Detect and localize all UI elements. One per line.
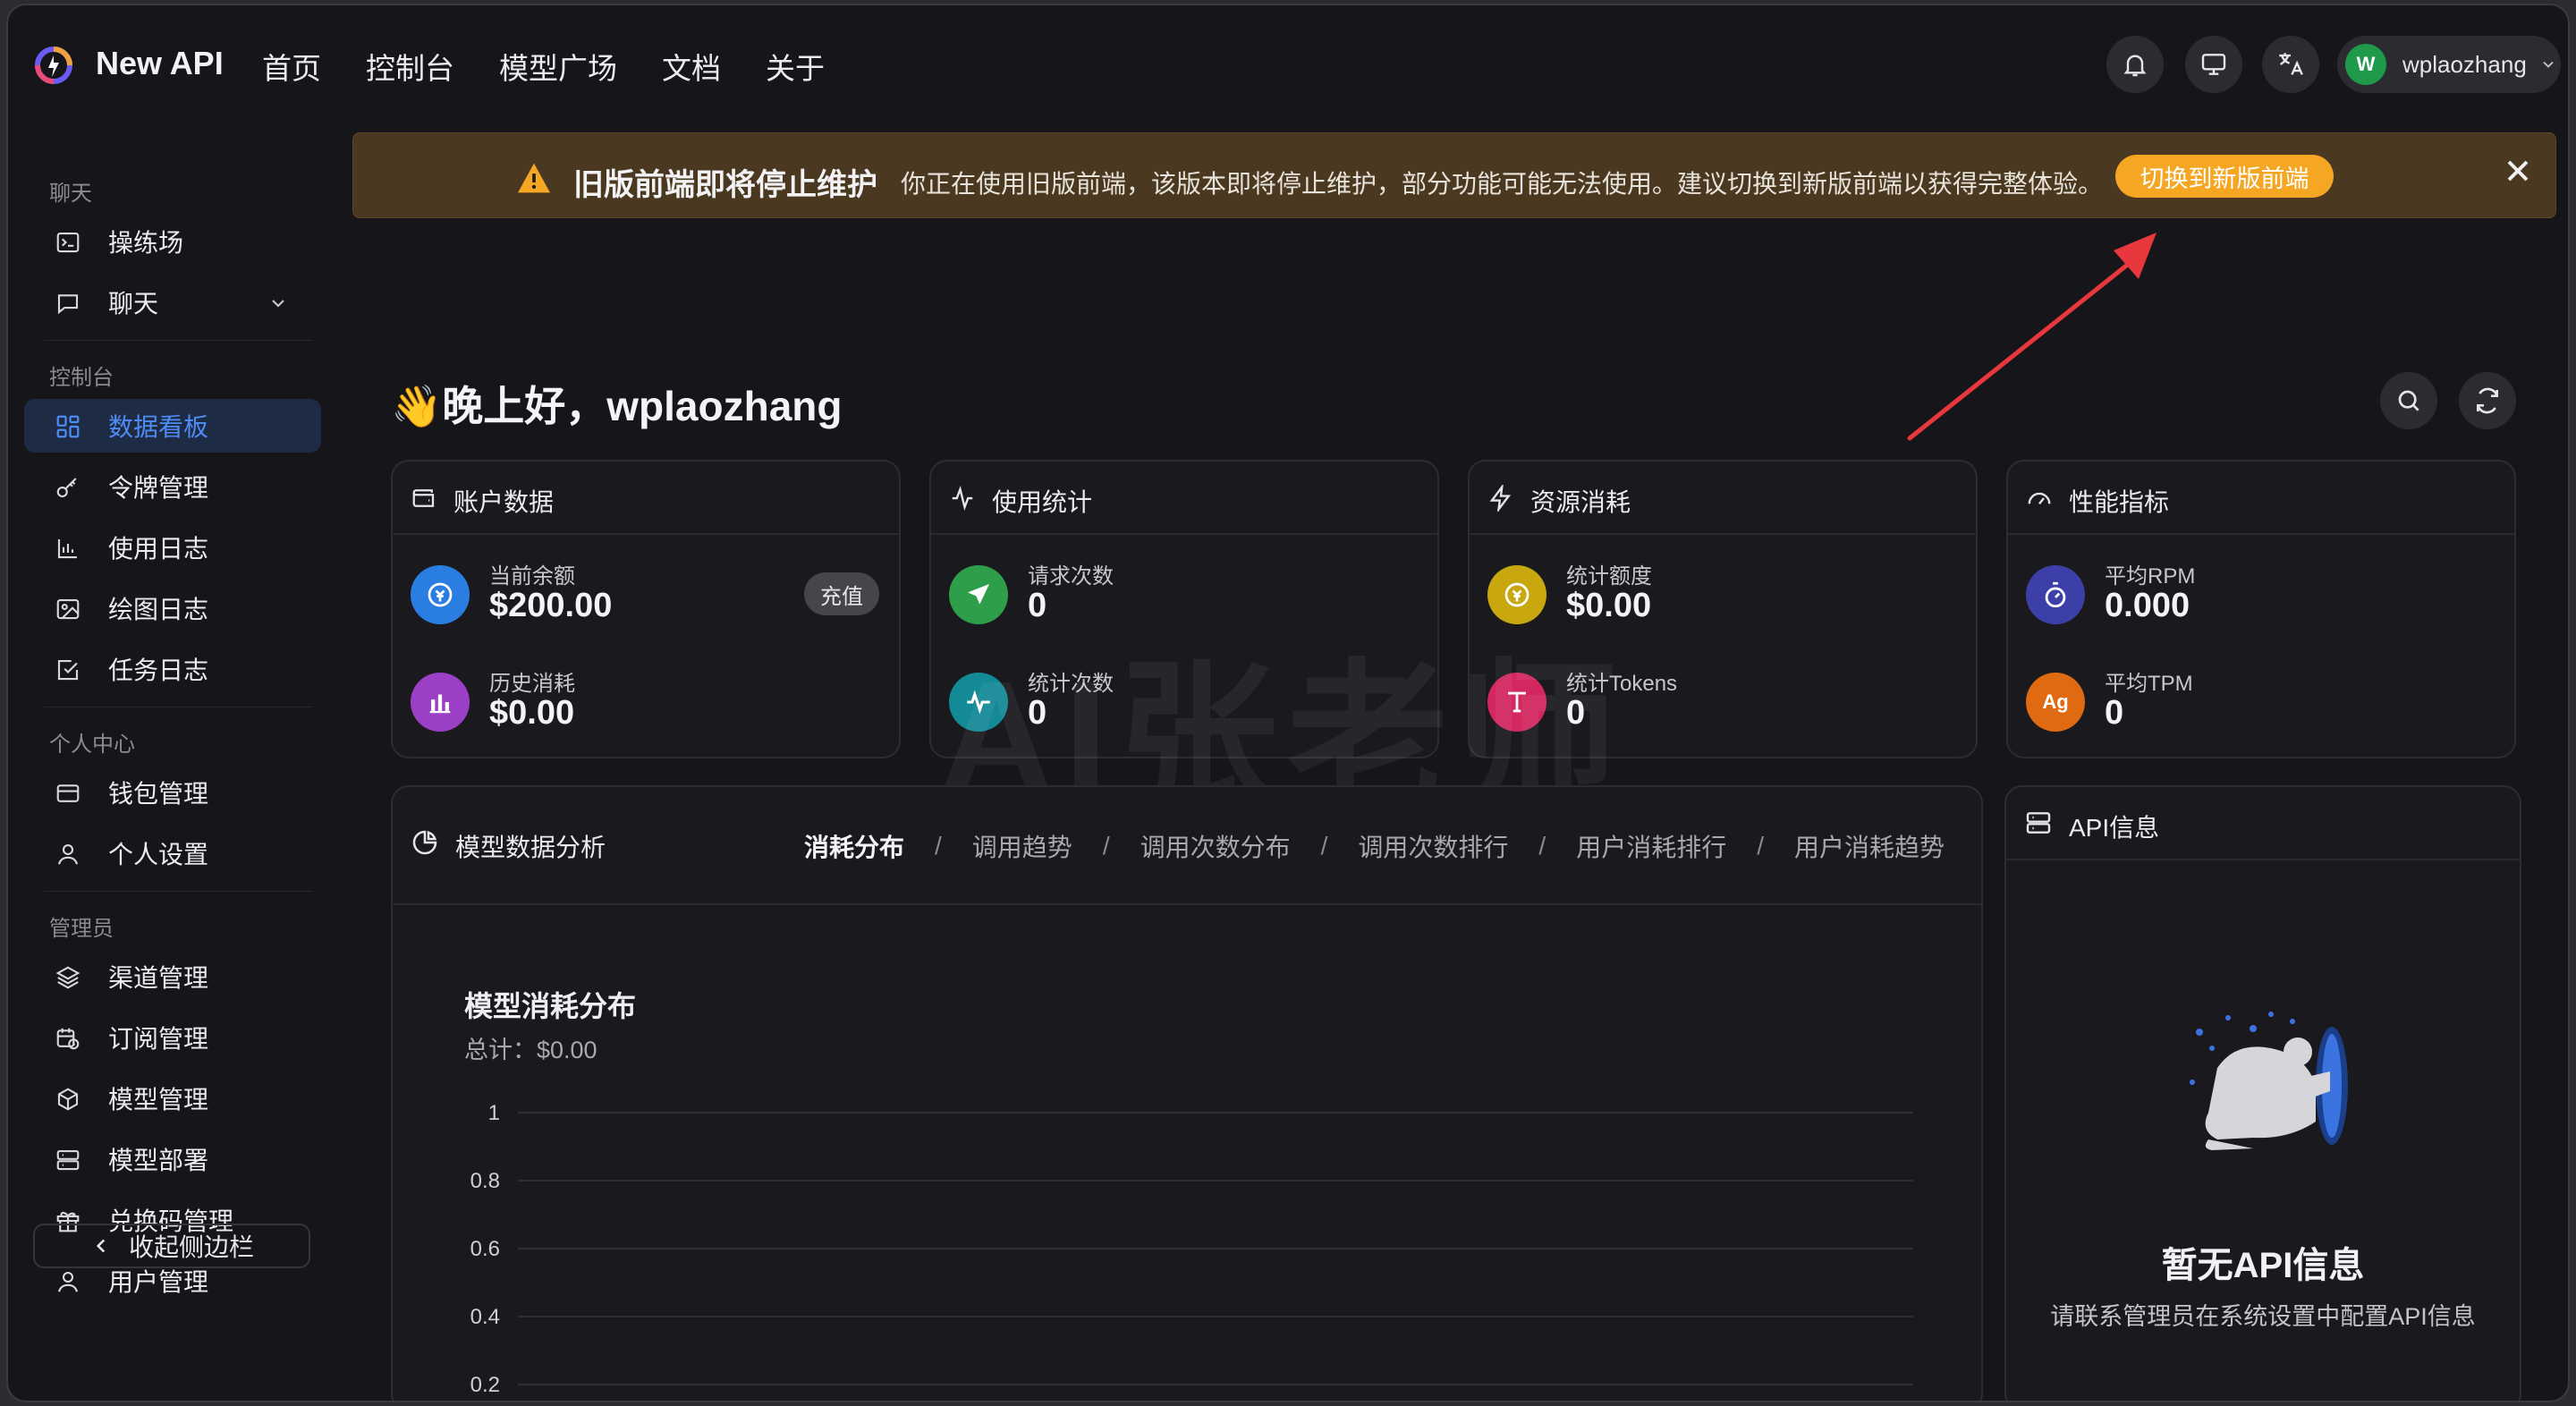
tpm-badge: Ag bbox=[2026, 673, 2085, 732]
activity-icon bbox=[952, 486, 973, 511]
notification-button[interactable] bbox=[2106, 36, 2164, 93]
chevron-left-icon bbox=[96, 1239, 106, 1253]
sidebar-divider bbox=[44, 340, 312, 341]
sidebar-item-chat[interactable]: 聊天 bbox=[24, 275, 321, 329]
card-header: 资源消耗 bbox=[1470, 462, 1976, 535]
message-icon bbox=[57, 294, 79, 315]
monitor-icon bbox=[2201, 54, 2226, 75]
deprecation-banner: 旧版前端即将停止维护 你正在使用旧版前端，该版本即将停止维护，部分功能可能无法使… bbox=[352, 132, 2556, 218]
api-empty-title: 暂无API信息 bbox=[2161, 1246, 2365, 1285]
banner-title: 旧版前端即将停止维护 bbox=[573, 168, 877, 202]
api-info-card: API信息 暂无API信息 请联系管理员在系统设置中配置API信息 bbox=[2004, 785, 2521, 1401]
model-analysis-panel: 模型数据分析 消耗分布 / 调用趋势 / 调用次数分布 / 调用次数排行 / 用… bbox=[391, 785, 1983, 1401]
sidebar-item-models[interactable]: 模型管理 bbox=[24, 1071, 321, 1125]
card-header: 账户数据 bbox=[393, 462, 899, 535]
sidebar-item-usage-log[interactable]: 使用日志 bbox=[24, 521, 321, 574]
card-header: 性能指标 bbox=[2008, 462, 2514, 535]
server-icon bbox=[2026, 812, 2051, 834]
top-nav: 首页 控制台 模型广场 文档 关于 bbox=[262, 45, 869, 88]
banner-text: 你正在使用旧版前端，该版本即将停止维护，部分功能可能无法使用。建议切换到新版前端… bbox=[901, 170, 2104, 198]
account-card: 账户数据 当前余额 $200.00 充值 历史消耗 $0.00 bbox=[391, 460, 901, 758]
zap-icon bbox=[1489, 485, 1512, 512]
close-icon[interactable] bbox=[2500, 153, 2536, 189]
box-icon bbox=[57, 1088, 79, 1111]
chart-y-tick-label: 1 bbox=[488, 1101, 500, 1125]
credit-card-icon bbox=[56, 784, 80, 802]
user-menu[interactable]: W wplaozhang bbox=[2337, 36, 2561, 93]
nav-home[interactable]: 首页 bbox=[262, 45, 321, 88]
user-icon bbox=[57, 843, 79, 865]
collapse-sidebar-button[interactable]: 收起侧边栏 bbox=[33, 1224, 310, 1268]
terminal-icon bbox=[56, 232, 80, 253]
sidebar-item-tokens[interactable]: 令牌管理 bbox=[24, 460, 321, 513]
nav-console[interactable]: 控制台 bbox=[366, 45, 454, 88]
bar-chart-icon bbox=[57, 539, 77, 559]
chart-y-tick-label: 0.6 bbox=[470, 1237, 500, 1261]
sidebar-divider bbox=[44, 891, 312, 892]
refresh-icon bbox=[2477, 387, 2498, 414]
warning-icon bbox=[518, 163, 550, 193]
sidebar-item-wallet[interactable]: 钱包管理 bbox=[24, 766, 321, 819]
card-header: 使用统计 bbox=[931, 462, 1437, 535]
sidebar-item-playground[interactable]: 操练场 bbox=[24, 215, 321, 268]
wallet-icon bbox=[412, 489, 435, 507]
sidebar-group-personal: 个人中心 bbox=[49, 733, 135, 757]
user-icon bbox=[57, 1271, 79, 1292]
nav-about[interactable]: 关于 bbox=[766, 45, 825, 88]
nav-model-market[interactable]: 模型广场 bbox=[499, 45, 617, 88]
search-button[interactable] bbox=[2380, 372, 2437, 429]
sidebar-group-console: 控制台 bbox=[49, 366, 114, 390]
avatar: W bbox=[2345, 44, 2386, 85]
annotation-arrow-icon bbox=[1907, 233, 2157, 441]
app-window: New API 首页 控制台 模型广场 文档 关于 W wplaozhang 聊… bbox=[6, 4, 2570, 1402]
sidebar-item-task-log[interactable]: 任务日志 bbox=[24, 642, 321, 696]
sidebar-item-channels[interactable]: 渠道管理 bbox=[24, 950, 321, 1004]
greeting: 👋晚上好，wplaozhang bbox=[391, 383, 843, 429]
search-icon bbox=[2398, 390, 2419, 411]
chart-y-tick-label: 0.8 bbox=[470, 1169, 500, 1193]
chart-y-tick-label: 0.4 bbox=[470, 1305, 500, 1329]
layers-icon bbox=[55, 966, 80, 989]
user-name: wplaozhang bbox=[2402, 50, 2527, 78]
sidebar-group-chat: 聊天 bbox=[49, 182, 92, 206]
api-empty-description: 请联系管理员在系统设置中配置API信息 bbox=[2050, 1303, 2476, 1330]
translate-icon bbox=[2279, 53, 2303, 75]
sidebar: 聊天 操练场 聊天 控制台 数据看板 令牌管理 使用日志 绘图日志 任务日志 个… bbox=[8, 122, 339, 1401]
brand-name[interactable]: New API bbox=[96, 45, 224, 82]
top-bar: New API 首页 控制台 模型广场 文档 关于 W wplaozhang bbox=[8, 5, 2568, 122]
key-icon bbox=[56, 478, 77, 498]
check-square-icon bbox=[57, 659, 79, 681]
refresh-button[interactable] bbox=[2459, 372, 2516, 429]
image-icon bbox=[56, 598, 80, 620]
sidebar-item-deploy[interactable]: 模型部署 bbox=[24, 1132, 321, 1186]
timer-icon bbox=[2026, 565, 2085, 624]
sidebar-item-draw-log[interactable]: 绘图日志 bbox=[24, 581, 321, 635]
chevron-down-icon bbox=[2543, 61, 2554, 68]
sidebar-item-dashboard[interactable]: 数据看板 bbox=[24, 399, 321, 453]
consumption-chart: 1 0.8 0.6 0.4 0.2 bbox=[470, 1101, 1913, 1397]
nav-docs[interactable]: 文档 bbox=[662, 45, 721, 88]
chevron-down-icon[interactable] bbox=[267, 292, 289, 314]
gauge-icon bbox=[2028, 492, 2051, 504]
calendar-clock-icon bbox=[56, 1028, 80, 1050]
coin-icon bbox=[411, 565, 470, 624]
new-api-logo-icon[interactable] bbox=[31, 43, 76, 88]
bar-chart-icon bbox=[411, 673, 470, 732]
empty-state-illustration-icon bbox=[2190, 1012, 2348, 1150]
card-header: API信息 bbox=[2006, 787, 2520, 860]
recharge-button[interactable]: 充值 bbox=[804, 572, 879, 615]
grid-icon bbox=[56, 415, 80, 438]
chart-y-tick-label: 0.2 bbox=[470, 1373, 500, 1397]
bell-icon bbox=[2123, 55, 2147, 77]
language-button[interactable] bbox=[2262, 36, 2319, 93]
server-icon bbox=[56, 1149, 80, 1171]
switch-new-frontend-button[interactable]: 切换到新版前端 bbox=[2115, 155, 2334, 198]
sidebar-group-admin: 管理员 bbox=[49, 917, 114, 941]
performance-card: 性能指标 平均RPM 0.000 Ag 平均TPM 0 bbox=[2006, 460, 2516, 758]
sidebar-item-subscriptions[interactable]: 订阅管理 bbox=[24, 1011, 321, 1064]
theme-button[interactable] bbox=[2185, 36, 2242, 93]
sidebar-item-profile[interactable]: 个人设置 bbox=[24, 826, 321, 880]
